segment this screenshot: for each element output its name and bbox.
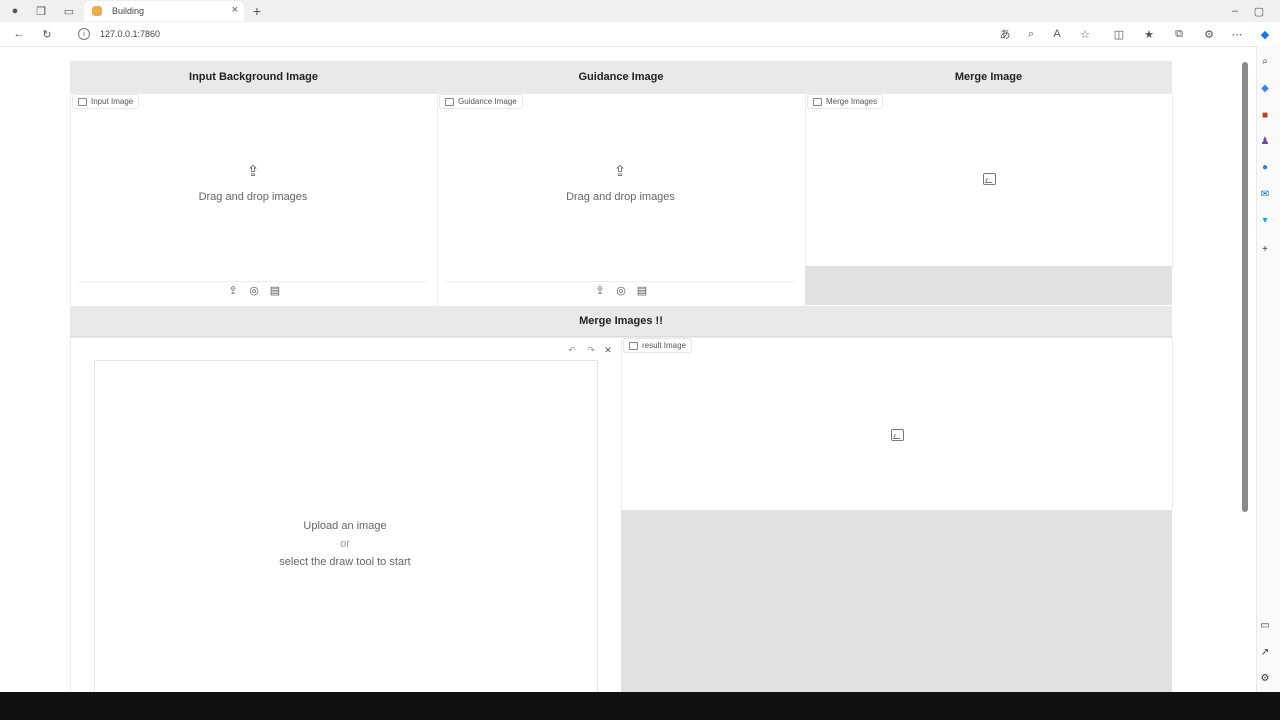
editor-hint-line-2: or <box>340 538 350 550</box>
guidance-image-label: Guidance Image <box>439 94 523 109</box>
tab-close-button[interactable]: × <box>232 4 238 16</box>
image-placeholder-icon <box>891 429 904 441</box>
maximize-icon[interactable]: ▢ <box>1252 4 1266 18</box>
sidebar-search-icon[interactable]: ⌕ <box>1258 54 1272 68</box>
webcam-source-icon[interactable]: ◎ <box>247 283 261 297</box>
site-info-icon[interactable]: i <box>78 28 90 40</box>
new-tab-button[interactable]: + <box>250 3 264 19</box>
clipboard-source-icon[interactable]: ▤ <box>268 283 282 297</box>
drag-drop-text: Drag and drop images <box>198 191 308 203</box>
drag-drop-text: Drag and drop images <box>566 191 675 203</box>
image-label-icon <box>445 97 454 106</box>
input-background-header: Input Background Image <box>70 61 437 94</box>
toolbar-divider <box>78 281 428 282</box>
editor-hint-line-1: Upload an image <box>303 520 387 532</box>
result-image-label-text: result Image <box>642 341 687 350</box>
merge-images-label-text: Merge Images <box>826 97 878 106</box>
copilot-icon[interactable]: ◆ <box>1258 27 1272 41</box>
image-label-icon <box>78 97 87 106</box>
clipboard-source-icon[interactable]: ▤ <box>635 283 649 297</box>
refresh-icon[interactable]: ↻ <box>40 27 54 41</box>
image-label-icon <box>813 97 822 106</box>
tab-title: Building <box>112 6 145 16</box>
undo-icon[interactable]: ↶ <box>565 343 579 357</box>
sidebar-panel-icon[interactable]: ▭ <box>1258 618 1272 632</box>
back-icon[interactable]: ← <box>12 27 26 41</box>
sidebar-external-icon[interactable]: ↗ <box>1258 645 1272 659</box>
upload-source-icon[interactable]: ⇪ <box>226 283 240 297</box>
input-image-label: Input Image <box>72 94 140 109</box>
sidebar-add-icon[interactable]: + <box>1258 242 1272 256</box>
os-taskbar <box>0 692 1280 720</box>
image-placeholder-icon <box>983 173 996 185</box>
sidebar-office-icon[interactable]: ● <box>1258 160 1272 174</box>
zoom-icon[interactable]: ⌕ <box>1024 27 1038 41</box>
profile-icon[interactable]: ● <box>8 4 22 18</box>
merge-image-header: Merge Image <box>805 61 1172 94</box>
minimize-icon[interactable]: – <box>1228 4 1242 18</box>
favorite-star-icon[interactable]: ☆ <box>1078 27 1092 41</box>
tab-favicon-icon <box>92 6 102 16</box>
split-screen-icon[interactable]: ◫ <box>1112 27 1126 41</box>
guidance-header: Guidance Image <box>437 61 805 94</box>
empty-area <box>621 510 1172 692</box>
image-label-icon <box>629 341 638 350</box>
webcam-source-icon[interactable]: ◎ <box>614 283 628 297</box>
tab-actions-icon[interactable]: ▭ <box>62 4 76 18</box>
sidebar-settings-icon[interactable]: ⚙ <box>1258 671 1272 685</box>
workspaces-icon[interactable]: ❐ <box>34 4 48 18</box>
more-menu-icon[interactable]: ⋯ <box>1230 27 1244 41</box>
input-image-label-text: Input Image <box>91 97 134 106</box>
collections-icon[interactable]: ⧉ <box>1172 27 1186 41</box>
toolbar-divider <box>445 281 796 282</box>
url-text: 127.0.0.1:7860 <box>100 29 161 39</box>
upload-icon: ⇪ <box>613 163 627 180</box>
merge-images-label: Merge Images <box>807 94 884 109</box>
editor-hint-line-3: select the draw tool to start <box>279 556 411 568</box>
sidebar-shopping-icon[interactable]: ◆ <box>1258 81 1272 95</box>
scrollbar-thumb[interactable] <box>1242 62 1248 512</box>
url-field[interactable]: i 127.0.0.1:7860 <box>78 26 998 42</box>
redo-icon[interactable]: ↷ <box>584 343 598 357</box>
translate-icon[interactable]: あ <box>998 27 1012 41</box>
sidebar-games-icon[interactable]: ♟ <box>1258 134 1272 148</box>
favorites-icon[interactable]: ★ <box>1142 27 1156 41</box>
read-aloud-icon[interactable]: A <box>1050 27 1064 41</box>
upload-source-icon[interactable]: ⇪ <box>593 283 607 297</box>
result-image-label: result Image <box>623 338 693 353</box>
sidebar-drop-icon[interactable]: ▾ <box>1258 213 1272 227</box>
sidebar-outlook-icon[interactable]: ✉ <box>1258 187 1272 201</box>
empty-area <box>805 266 1172 305</box>
extensions-icon[interactable]: ⚙ <box>1202 27 1216 41</box>
sidebar-tools-icon[interactable]: ■ <box>1258 108 1272 122</box>
upload-icon: ⇪ <box>246 163 260 180</box>
browser-tab[interactable]: Building × <box>84 1 244 21</box>
clear-icon[interactable]: ✕ <box>601 343 615 357</box>
merge-images-button[interactable]: Merge Images !! <box>70 306 1172 337</box>
guidance-image-label-text: Guidance Image <box>458 97 517 106</box>
result-image-output <box>621 337 1173 511</box>
